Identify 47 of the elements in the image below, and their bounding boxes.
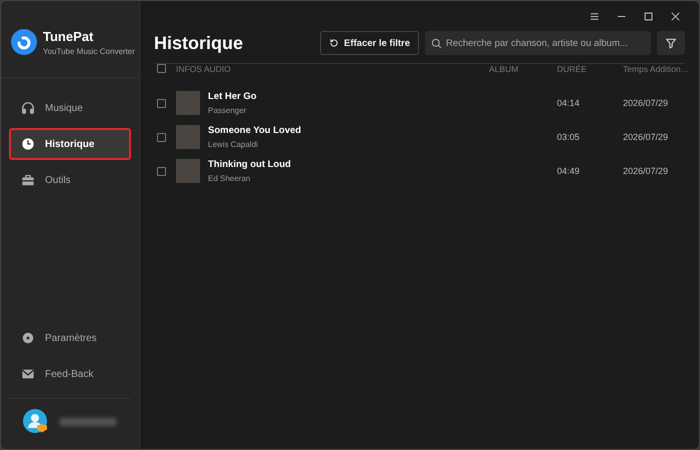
photo-placeholder <box>176 125 200 149</box>
headphones-icon <box>21 101 35 115</box>
page-title: Historique <box>154 32 244 54</box>
column-header: Temps Addition… <box>623 64 690 74</box>
sidebar-item[interactable]: Musique <box>9 92 131 124</box>
search-icon <box>431 38 442 48</box>
clock-icon <box>21 137 35 151</box>
row-checkbox[interactable] <box>157 132 166 142</box>
date-text: 2026/07/29 <box>623 166 668 176</box>
refresh-icon <box>329 38 339 48</box>
artist-name: Lewis Capaldi <box>208 140 259 149</box>
menu-icon <box>589 10 600 22</box>
filter-icon <box>665 37 677 49</box>
clear-filter-button[interactable]: Effacer le filtre <box>320 31 419 55</box>
envelope-icon <box>21 367 35 381</box>
toolbox-icon <box>21 173 35 187</box>
duration-text: 03:05 <box>557 132 580 142</box>
app-subtitle: YouTube Music Converter <box>43 46 135 56</box>
select-all-checkbox[interactable] <box>157 64 166 73</box>
column-header: DURÉE <box>557 64 587 74</box>
duration-text: 04:49 <box>557 166 580 176</box>
row-checkbox[interactable] <box>157 166 166 176</box>
artist-name: Ed Sheeran <box>208 174 252 183</box>
photo-placeholder <box>176 91 200 115</box>
blurred-username <box>59 418 117 426</box>
song-title: Someone You Loved <box>208 125 302 136</box>
date-text: 2026/07/29 <box>623 98 668 108</box>
close-icon <box>670 10 681 22</box>
app-name: TunePat <box>43 28 94 44</box>
avatar-icon[interactable] <box>23 409 49 435</box>
logo-icon <box>11 29 37 55</box>
maximize-icon <box>643 10 654 22</box>
photo-placeholder <box>176 159 200 183</box>
filter-button[interactable] <box>657 31 685 55</box>
sidebar-item[interactable]: Historique <box>9 128 131 160</box>
column-header: ALBUM <box>489 64 518 74</box>
duration-text: 04:14 <box>557 98 580 108</box>
sidebar-item[interactable]: Feed-Back <box>9 358 131 390</box>
search-field[interactable]: Recherche par chanson, artiste ou album... <box>425 31 651 55</box>
song-title: Let Her Go <box>208 91 257 102</box>
column-header: INFOS AUDIO <box>176 64 231 74</box>
sidebar-item[interactable]: Paramètres <box>9 322 131 354</box>
artist-name: Passenger <box>208 106 248 115</box>
sidebar-item[interactable]: Outils <box>9 164 131 196</box>
row-checkbox[interactable] <box>157 98 166 108</box>
song-title: Thinking out Loud <box>208 159 291 170</box>
date-text: 2026/07/29 <box>623 132 668 142</box>
